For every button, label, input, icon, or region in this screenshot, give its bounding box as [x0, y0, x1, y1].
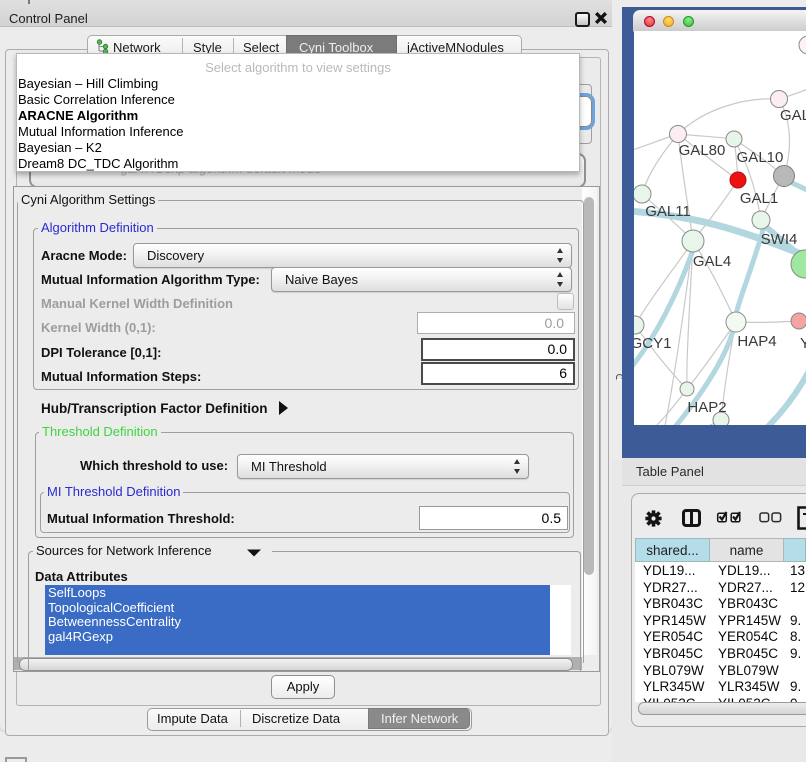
- svg-text:Y: Y: [800, 335, 806, 352]
- svg-text:HAP2: HAP2: [687, 399, 726, 416]
- svg-text:GAL1: GAL1: [740, 190, 778, 207]
- svg-text:GAL: GAL: [780, 107, 806, 124]
- svg-text:GAL11: GAL11: [645, 203, 691, 220]
- svg-text:GAL80: GAL80: [679, 142, 726, 159]
- svg-text:SWI4: SWI4: [761, 231, 798, 248]
- svg-text:GAL10: GAL10: [737, 149, 784, 166]
- svg-text:HAP4: HAP4: [737, 333, 776, 350]
- svg-text:GAL4: GAL4: [693, 253, 731, 270]
- svg-text:GCY1: GCY1: [634, 335, 671, 352]
